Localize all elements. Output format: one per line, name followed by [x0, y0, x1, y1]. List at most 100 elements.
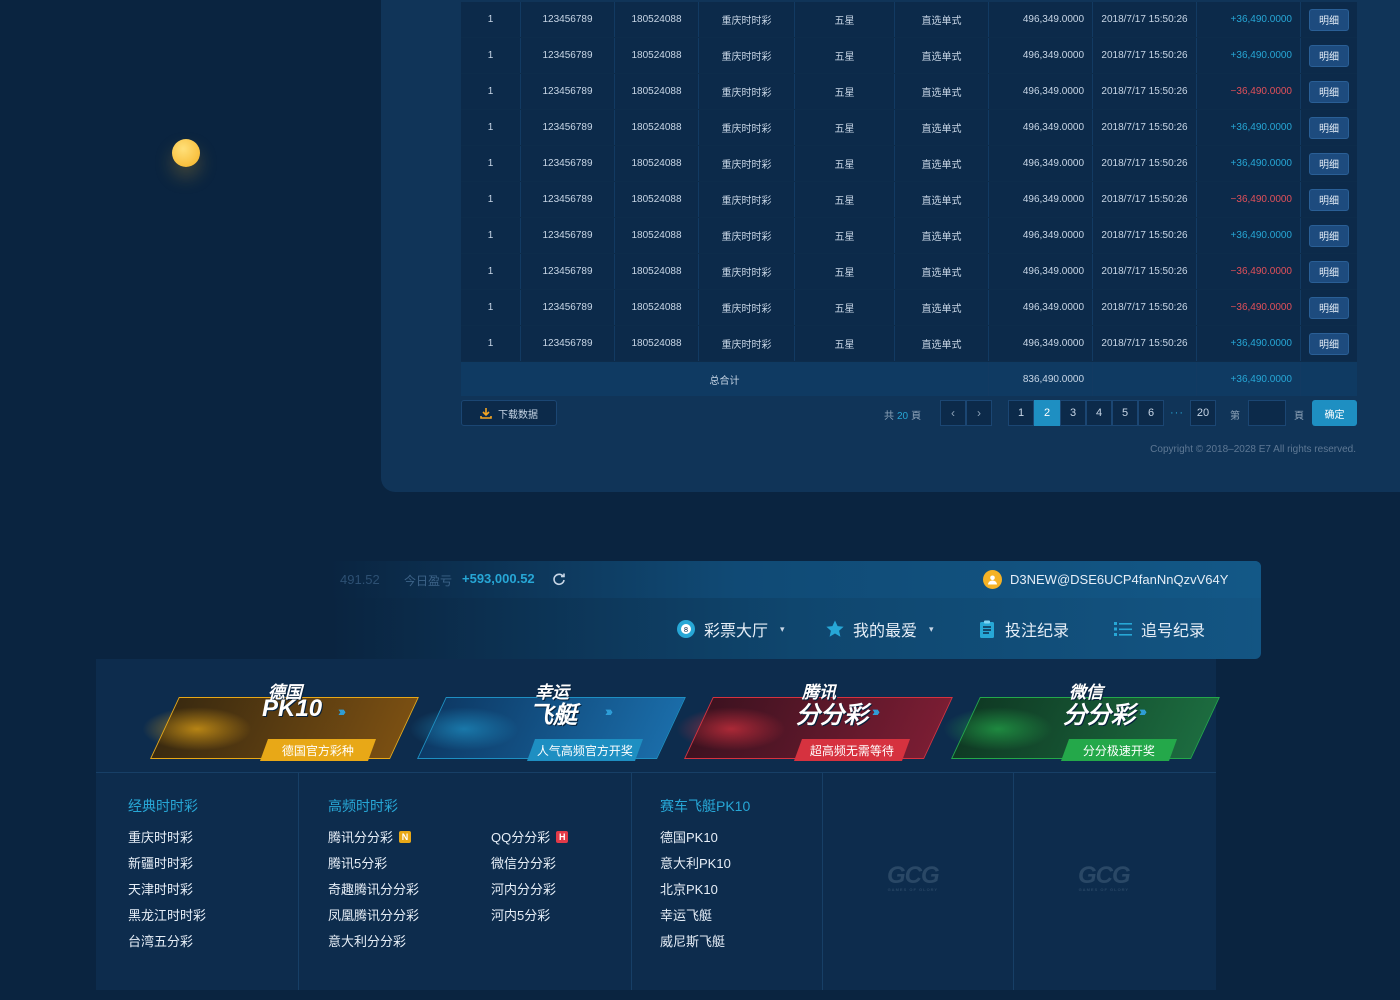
cell-bet: 496,349.0000: [989, 2, 1093, 37]
detail-button[interactable]: 明细: [1309, 80, 1349, 103]
game-link[interactable]: 意大利分分彩: [328, 931, 406, 950]
game-link[interactable]: 黑龙江时时彩: [128, 905, 206, 924]
cell-issue: 180524088: [615, 146, 699, 181]
game-label: 德国PK10: [660, 830, 718, 845]
cell-time: 2018/7/17 15:50:26: [1093, 290, 1197, 325]
detail-button[interactable]: 明细: [1309, 152, 1349, 175]
cell-action: 明细: [1301, 146, 1357, 181]
nav-bet-records[interactable]: 投注纪录: [977, 617, 1069, 641]
game-link[interactable]: 北京PK10: [660, 879, 718, 898]
count-prefix: 共: [884, 411, 894, 422]
game-link[interactable]: 意大利PK10: [660, 853, 731, 872]
download-label: 下载数据: [498, 409, 538, 421]
nav-favorites[interactable]: 我的最爱 ▾: [825, 617, 934, 641]
prev-page-button[interactable]: ‹: [940, 400, 966, 426]
cell-game: 重庆时时彩: [699, 110, 795, 145]
game-banner[interactable]: 幸运 飞艇 ››› 人气高频官方开奖: [389, 677, 686, 761]
today-profit-value: +593,000.52: [462, 571, 535, 586]
top-navigation-bar: 491.52 今日盈亏 +593,000.52 D3NEW@DSE6UCP4fa…: [96, 561, 1261, 659]
cell-amount: −36,490.0000: [1197, 290, 1301, 325]
game-label: 河内分分彩: [491, 882, 557, 897]
detail-button[interactable]: 明细: [1309, 44, 1349, 67]
detail-button[interactable]: 明细: [1309, 188, 1349, 211]
game-banner[interactable]: 腾讯 分分彩 ››› 超高频无需等待: [656, 677, 953, 761]
lottery-ball-icon: 8: [677, 620, 695, 638]
cell-idx: 1: [461, 146, 521, 181]
cell-order: 123456789: [521, 182, 615, 217]
game-link[interactable]: 幸运飞艇: [660, 905, 712, 924]
refresh-icon[interactable]: [552, 572, 566, 586]
game-label: 重庆时时彩: [128, 830, 194, 845]
user-avatar-icon[interactable]: [983, 570, 1002, 589]
game-link[interactable]: 奇趣腾讯分分彩: [328, 879, 419, 898]
game-link[interactable]: 台湾五分彩: [128, 931, 193, 950]
cell-amount: −36,490.0000: [1197, 182, 1301, 217]
total-label: 总合计: [461, 362, 989, 396]
svg-text:8: 8: [684, 626, 688, 634]
table-row: 1 123456789 180524088 重庆时时彩 五星 直选单式 496,349.00…: [461, 110, 1357, 146]
page-button[interactable]: 6: [1138, 400, 1164, 426]
list-icon: [1114, 622, 1132, 636]
detail-button[interactable]: 明细: [1309, 8, 1349, 31]
game-label: 腾讯分分彩: [328, 830, 394, 845]
nav-label: 我的最爱: [853, 623, 918, 640]
cell-play: 五星: [795, 254, 895, 289]
game-link[interactable]: 微信分分彩: [491, 853, 556, 872]
page-button[interactable]: 4: [1086, 400, 1112, 426]
game-link[interactable]: 腾讯分分彩 N: [328, 827, 412, 846]
page-button[interactable]: 1: [1008, 400, 1034, 426]
detail-button[interactable]: 明细: [1309, 296, 1349, 319]
detail-button[interactable]: 明细: [1309, 224, 1349, 247]
cell-idx: 1: [461, 182, 521, 217]
pagination: 1 2 3 4 5 6 ··· 20: [1008, 400, 1216, 426]
game-link[interactable]: 凤凰腾讯分分彩: [328, 905, 419, 924]
game-label: 微信分分彩: [491, 856, 557, 871]
cell-amount: +36,490.0000: [1197, 326, 1301, 361]
banner-illustration: [409, 707, 519, 751]
detail-button[interactable]: 明细: [1309, 332, 1349, 355]
cell-type: 直选单式: [895, 326, 989, 361]
count-suffix: 頁: [911, 411, 922, 422]
game-label: QQ分分彩: [491, 830, 551, 845]
game-link[interactable]: 重庆时时彩: [128, 827, 193, 846]
username[interactable]: D3NEW@DSE6UCP4fanNnQzvV64Y: [1010, 572, 1228, 587]
total-amount: +36,490.0000: [1197, 362, 1301, 396]
cell-bet: 496,349.0000: [989, 290, 1093, 325]
chevron-left-icon: ‹: [951, 406, 955, 420]
detail-button[interactable]: 明细: [1309, 260, 1349, 283]
cell-bet: 496,349.0000: [989, 254, 1093, 289]
page-button[interactable]: 5: [1112, 400, 1138, 426]
banner-illustration: [142, 707, 252, 751]
hot-badge: H: [556, 830, 569, 843]
cell-game: 重庆时时彩: [699, 2, 795, 37]
cell-play: 五星: [795, 146, 895, 181]
cell-issue: 180524088: [615, 290, 699, 325]
game-link[interactable]: 德国PK10: [660, 827, 718, 846]
download-data-button[interactable]: 下载数据: [461, 400, 557, 426]
page-button[interactable]: 2: [1034, 400, 1060, 426]
game-link[interactable]: 河内分分彩: [491, 879, 556, 898]
cell-order: 123456789: [521, 290, 615, 325]
game-banner[interactable]: 德国 PK10 ››› 德国官方彩种: [122, 677, 419, 761]
cell-game: 重庆时时彩: [699, 146, 795, 181]
game-link[interactable]: 天津时时彩: [128, 879, 193, 898]
cell-idx: 1: [461, 74, 521, 109]
game-link[interactable]: 河内5分彩: [491, 905, 550, 924]
game-label: 凤凰腾讯分分彩: [328, 908, 420, 923]
table-row: 1 123456789 180524088 重庆时时彩 五星 直选单式 496,349.00…: [461, 290, 1357, 326]
game-link[interactable]: 威尼斯飞艇: [660, 931, 725, 950]
goto-page-input[interactable]: [1248, 400, 1286, 426]
game-link[interactable]: 新疆时时彩: [128, 853, 193, 872]
page-button[interactable]: 3: [1060, 400, 1086, 426]
next-page-button[interactable]: ›: [966, 400, 992, 426]
banner-tag: 超高频无需等待: [793, 739, 911, 761]
page-button-last[interactable]: 20: [1190, 400, 1216, 426]
game-link[interactable]: 腾讯5分彩: [328, 853, 387, 872]
confirm-button[interactable]: 确定: [1312, 400, 1357, 426]
nav-lottery-hall[interactable]: 8 彩票大厅 ▾: [676, 617, 785, 641]
game-link[interactable]: QQ分分彩 H: [491, 827, 569, 846]
nav-chase-records[interactable]: 追号纪录: [1113, 617, 1205, 641]
detail-button[interactable]: 明细: [1309, 116, 1349, 139]
gcg-logo-text: GCG: [887, 862, 940, 889]
game-banner[interactable]: 微信 分分彩 ››› 分分极速开奖: [923, 677, 1220, 761]
